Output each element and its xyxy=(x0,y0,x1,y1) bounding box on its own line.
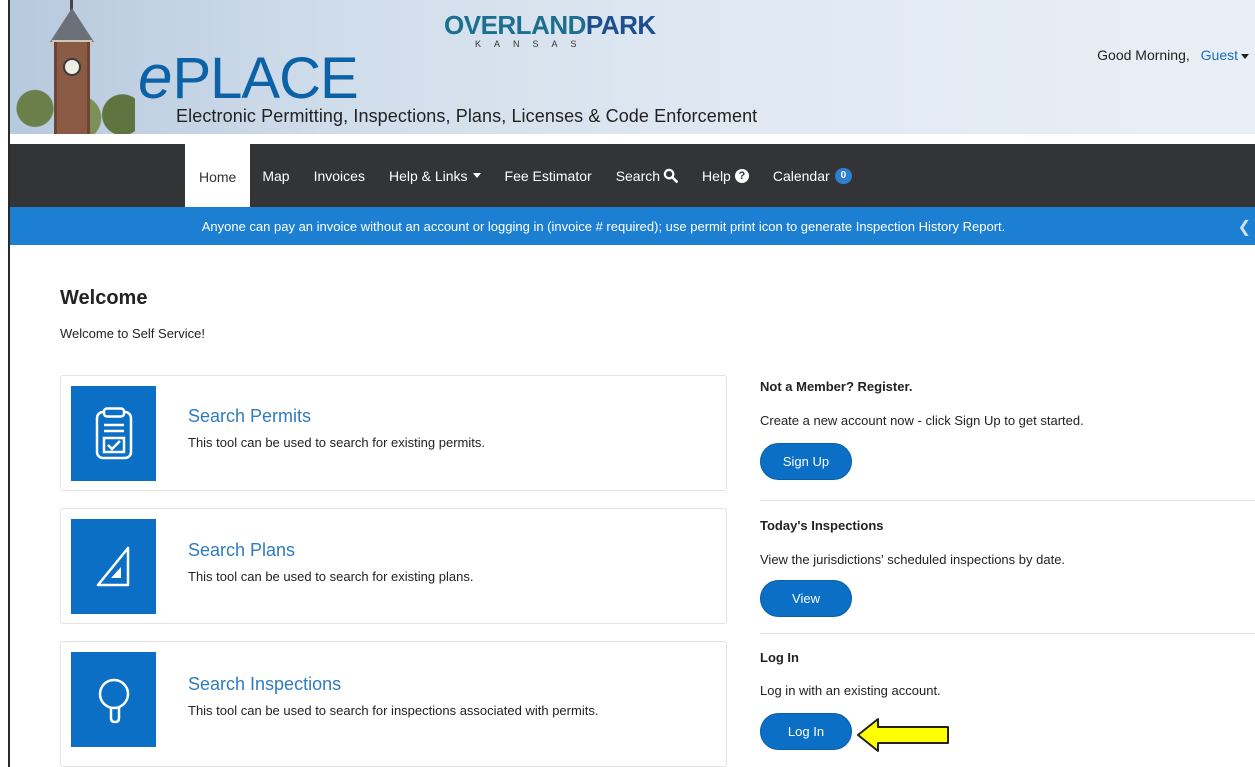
register-text: Create a new account now - click Sign Up… xyxy=(760,413,1084,428)
clock-tower-photo xyxy=(10,0,135,134)
nav-help-links[interactable]: Help & Links xyxy=(377,144,493,207)
announcement-banner: Anyone can pay an invoice without an acc… xyxy=(10,207,1255,245)
kansas-logo-text: KANSAS xyxy=(475,39,590,49)
nav-fee-estimator[interactable]: Fee Estimator xyxy=(493,144,604,207)
sign-up-button[interactable]: Sign Up xyxy=(760,443,852,480)
divider xyxy=(760,633,1255,634)
card-description: This tool can be used to search for insp… xyxy=(188,703,599,718)
search-permits-card[interactable]: Search Permits This tool can be used to … xyxy=(60,375,727,491)
clipboard-check-icon xyxy=(71,386,156,481)
login-heading: Log In xyxy=(760,650,799,665)
banner-text: Anyone can pay an invoice without an acc… xyxy=(201,218,1006,234)
login-text: Log in with an existing account. xyxy=(760,683,941,698)
nav-invoices[interactable]: Invoices xyxy=(302,144,377,207)
calendar-count-badge: 0 xyxy=(834,167,853,184)
register-heading: Not a Member? Register. xyxy=(760,379,913,394)
search-inspections-card[interactable]: Search Inspections This tool can be used… xyxy=(60,641,727,767)
nav-map[interactable]: Map xyxy=(250,144,301,207)
card-title[interactable]: Search Inspections xyxy=(188,674,341,695)
card-title[interactable]: Search Plans xyxy=(188,540,295,561)
log-in-button[interactable]: Log In xyxy=(760,713,852,750)
nav-help[interactable]: Help ? xyxy=(690,144,761,207)
header: OVERLANDPARK KANSAS ePLACE Electronic Pe… xyxy=(10,0,1255,134)
page-frame: OVERLANDPARK KANSAS ePLACE Electronic Pe… xyxy=(8,0,1255,767)
card-description: This tool can be used to search for exis… xyxy=(188,435,485,450)
page-subtitle: Welcome to Self Service! xyxy=(60,326,205,341)
nav-home[interactable]: Home xyxy=(185,144,251,207)
caret-down-icon xyxy=(472,173,481,178)
chevron-left-icon[interactable]: ❮ xyxy=(1238,217,1251,237)
card-title[interactable]: Search Permits xyxy=(188,406,311,427)
magnifier-icon xyxy=(71,652,156,747)
card-description: This tool can be used to search for exis… xyxy=(188,569,474,584)
inspections-text: View the jurisdictions' scheduled inspec… xyxy=(760,552,1066,567)
caret-down-icon xyxy=(1241,53,1249,59)
user-menu[interactable]: Guest xyxy=(1201,47,1249,63)
question-circle-icon: ? xyxy=(734,168,749,183)
view-button[interactable]: View xyxy=(760,580,852,617)
yellow-arrow-annotation xyxy=(857,718,949,752)
divider xyxy=(760,500,1255,501)
nav-calendar[interactable]: Calendar 0 xyxy=(761,144,864,207)
overland-park-logo: OVERLANDPARK xyxy=(444,10,656,40)
nav-search[interactable]: Search xyxy=(604,144,690,207)
set-square-icon xyxy=(71,519,156,614)
search-plans-card[interactable]: Search Plans This tool can be used to se… xyxy=(60,508,727,624)
main-nav: Home Map Invoices Help & Links Fee Estim… xyxy=(10,144,1255,207)
greeting-text: Good Morning, xyxy=(1097,47,1190,63)
page-title: Welcome xyxy=(60,287,148,309)
site-tagline: Electronic Permitting, Inspections, Plan… xyxy=(176,106,758,126)
inspections-heading: Today's Inspections xyxy=(760,518,884,533)
eplace-logo: ePLACE xyxy=(138,43,359,112)
search-icon xyxy=(663,168,678,183)
greeting: Good Morning, Guest xyxy=(1097,47,1249,63)
